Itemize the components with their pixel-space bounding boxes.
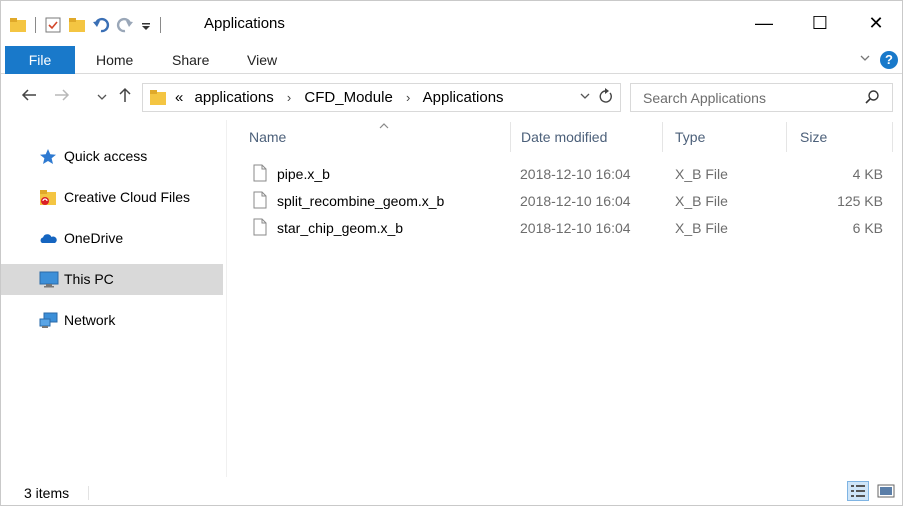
column-header-type[interactable]: Type: [675, 120, 785, 154]
sidebar-item-label: This PC: [64, 271, 114, 287]
properties-icon[interactable]: [44, 16, 62, 34]
breadcrumb-overflow[interactable]: «: [175, 89, 183, 106]
expand-ribbon-icon[interactable]: [859, 52, 871, 67]
file-row[interactable]: split_recombine_geom.x_b 2018-12-10 16:0…: [241, 188, 893, 214]
explorer-window: Applications — ☐ ✕ File Home Share View …: [0, 0, 903, 506]
recent-locations-chevron-icon[interactable]: [97, 92, 107, 105]
title-bar: Applications — ☐ ✕: [1, 1, 902, 46]
large-icons-view-icon[interactable]: [875, 481, 897, 501]
folder-icon: [149, 89, 167, 109]
pane-divider[interactable]: [226, 120, 227, 477]
sidebar-item-creative-cloud-files[interactable]: Creative Cloud Files: [1, 182, 223, 213]
quick-access-toolbar: [9, 13, 169, 37]
sidebar-item-label: Quick access: [64, 148, 148, 164]
file-size: 125 KB: [837, 193, 883, 209]
file-icon: [253, 191, 267, 212]
refresh-icon[interactable]: [598, 87, 614, 109]
title-separator: [160, 17, 161, 33]
file-icon: [253, 218, 267, 239]
customize-toolbar-icon[interactable]: [140, 16, 152, 34]
up-arrow-icon[interactable]: [117, 87, 133, 108]
forward-arrow-icon[interactable]: [54, 87, 70, 108]
file-row[interactable]: pipe.x_b 2018-12-10 16:04 X_B File 4 KB: [241, 161, 893, 187]
sidebar-item-label: OneDrive: [64, 230, 124, 246]
sidebar-item-label: Creative Cloud Files: [64, 189, 191, 205]
close-button[interactable]: ✕: [853, 1, 899, 46]
file-name: pipe.x_b: [277, 166, 330, 182]
column-header-date-modified[interactable]: Date modified: [521, 120, 661, 154]
address-dropdown-icon[interactable]: [580, 91, 590, 104]
undo-icon[interactable]: [92, 16, 110, 34]
sidebar-item-label: Network: [64, 312, 116, 328]
breadcrumb-item[interactable]: Applications: [423, 89, 504, 106]
file-type: X_B File: [675, 193, 728, 209]
navigation-pane: Quick access Creative Cloud Files OneDri…: [1, 120, 224, 477]
toolbar-separator: [35, 17, 36, 33]
column-header-size[interactable]: Size: [800, 120, 880, 154]
star-icon: [39, 148, 57, 165]
item-count: 3 items: [24, 485, 70, 501]
column-divider[interactable]: [892, 122, 893, 152]
column-divider[interactable]: [662, 122, 663, 152]
file-size: 4 KB: [852, 166, 883, 182]
sidebar-item-network[interactable]: Network: [1, 305, 223, 336]
file-date: 2018-12-10 16:04: [520, 220, 631, 236]
file-type: X_B File: [675, 220, 728, 236]
file-type: X_B File: [675, 166, 728, 182]
redo-icon[interactable]: [116, 16, 134, 34]
column-header-label: Name: [249, 129, 287, 145]
column-divider[interactable]: [786, 122, 787, 152]
address-bar[interactable]: « applications › CFD_Module › Applicatio…: [142, 83, 621, 112]
tab-view[interactable]: View: [247, 46, 277, 74]
folder-icon: [9, 16, 27, 34]
creative-cloud-icon: [39, 189, 57, 206]
help-button[interactable]: ?: [880, 51, 898, 69]
file-date: 2018-12-10 16:04: [520, 166, 631, 182]
sidebar-item-quick-access[interactable]: Quick access: [1, 141, 223, 172]
maximize-button[interactable]: ☐: [797, 1, 843, 46]
file-size: 6 KB: [852, 220, 883, 236]
breadcrumb-item[interactable]: CFD_Module: [304, 89, 392, 106]
file-name: star_chip_geom.x_b: [277, 220, 404, 236]
status-separator: [88, 486, 89, 500]
tab-share[interactable]: Share: [172, 46, 209, 74]
sort-ascending-icon: [379, 111, 389, 145]
column-header-name[interactable]: Name: [249, 120, 509, 154]
new-folder-icon[interactable]: [68, 16, 86, 34]
tab-file[interactable]: File: [5, 46, 75, 74]
back-arrow-icon[interactable]: [21, 87, 37, 108]
details-view-icon[interactable]: [847, 481, 869, 501]
sidebar-item-this-pc[interactable]: This PC: [1, 264, 223, 295]
search-input[interactable]: Search Applications: [643, 90, 766, 106]
breadcrumb-arrow-icon[interactable]: ›: [406, 90, 410, 105]
minimize-button[interactable]: —: [741, 1, 787, 46]
cloud-icon: [39, 230, 57, 247]
breadcrumb-arrow-icon[interactable]: ›: [287, 90, 291, 105]
file-name: split_recombine_geom.x_b: [277, 193, 445, 209]
file-date: 2018-12-10 16:04: [520, 193, 631, 209]
breadcrumb: « applications › CFD_Module › Applicatio…: [175, 89, 504, 106]
ribbon-tabs: File Home Share View ?: [1, 46, 902, 74]
file-row[interactable]: star_chip_geom.x_b 2018-12-10 16:04 X_B …: [241, 215, 893, 241]
column-headers: Name Date modified Type Size: [241, 120, 896, 154]
breadcrumb-item[interactable]: applications: [195, 89, 274, 106]
monitor-icon: [39, 271, 59, 288]
search-box[interactable]: Search Applications: [630, 83, 893, 112]
column-divider[interactable]: [510, 122, 511, 152]
file-icon: [253, 164, 267, 185]
status-bar: 3 items: [1, 478, 902, 505]
tab-home[interactable]: Home: [96, 46, 133, 74]
network-icon: [39, 312, 58, 329]
navigation-bar: « applications › CFD_Module › Applicatio…: [1, 74, 902, 120]
sidebar-item-onedrive[interactable]: OneDrive: [1, 223, 223, 254]
search-icon[interactable]: [864, 89, 880, 108]
window-title: Applications: [204, 15, 285, 32]
